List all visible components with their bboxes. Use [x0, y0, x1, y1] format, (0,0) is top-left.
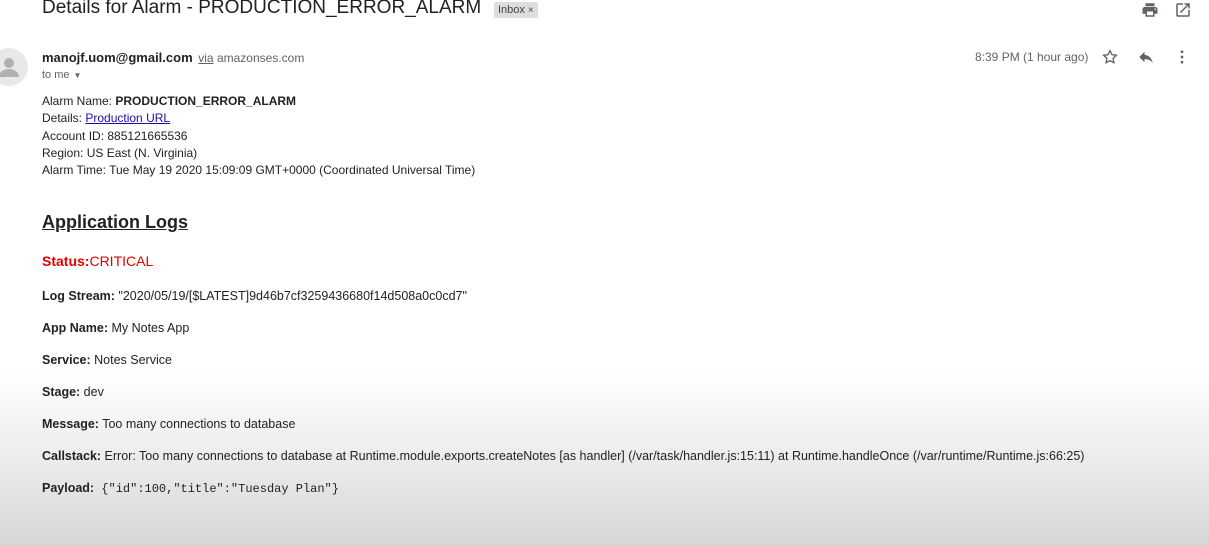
message-label: Message:: [42, 417, 99, 431]
alarm-name-label: Alarm Name:: [42, 94, 116, 108]
log-stream-label: Log Stream:: [42, 289, 115, 303]
email-subject: Details for Alarm - PRODUCTION_ERROR_ALA…: [42, 0, 482, 18]
account-id-line: Account ID: 885121665536: [42, 128, 475, 145]
via-info: via amazonses.com: [198, 51, 304, 65]
status-label: Status:: [42, 253, 90, 269]
alarm-details: Alarm Name: PRODUCTION_ERROR_ALARM Detai…: [42, 93, 475, 179]
alarm-time-label: Alarm Time:: [42, 163, 110, 178]
details-label: Details:: [42, 111, 86, 126]
application-logs-heading: Application Logs: [42, 212, 188, 232]
log-stream-value: "2020/05/19/[$LATEST]9d46b7cf3259436680f…: [114, 289, 467, 303]
message-value: Too many connections to database: [98, 417, 296, 431]
star-icon[interactable]: [1101, 48, 1119, 66]
service-row: Service: Notes Service: [42, 353, 172, 367]
message-time: 8:39 PM (1 hour ago): [975, 50, 1089, 64]
stage-label: Stage:: [42, 385, 81, 399]
account-id-label: Account ID:: [42, 128, 108, 143]
callstack-value: Error: Too many connections to database …: [101, 449, 1085, 463]
status-line: Status:CRITICAL: [42, 253, 153, 269]
chevron-down-icon: ▼: [73, 71, 82, 80]
via-domain: amazonses.com: [216, 51, 305, 65]
alarm-time-value: Tue May 19 2020 15:09:09 GMT+0000 (Coord…: [109, 163, 476, 178]
payload-label: Payload:: [42, 481, 95, 495]
person-avatar-icon: [0, 58, 19, 77]
stage-row: Stage: dev: [42, 385, 104, 399]
region-value: US East (N. Virginia): [86, 145, 198, 160]
recipients-toggle[interactable]: to me ▼: [42, 69, 81, 81]
sender-line: manojf.uom@gmail.com via amazonses.com: [42, 50, 304, 65]
region-line: Region: US East (N. Virginia): [42, 145, 475, 162]
reply-icon[interactable]: [1137, 48, 1155, 66]
service-value: Notes Service: [90, 353, 172, 367]
app-name-label: App Name:: [42, 321, 108, 335]
account-id-value: 885121665536: [107, 128, 188, 143]
alarm-time-line: Alarm Time: Tue May 19 2020 15:09:09 GMT…: [42, 162, 475, 179]
alarm-name-line: Alarm Name: PRODUCTION_ERROR_ALARM: [42, 93, 475, 110]
alarm-name-value: PRODUCTION_ERROR_ALARM: [115, 94, 297, 108]
sender-email[interactable]: manojf.uom@gmail.com: [42, 50, 193, 65]
payload-row: Payload: {"id":100,"title":"Tuesday Plan…: [42, 481, 339, 496]
stage-value: dev: [80, 385, 104, 399]
open-in-new-window-icon[interactable]: [1174, 1, 1192, 19]
via-link[interactable]: via: [198, 51, 213, 65]
region-label: Region:: [42, 145, 87, 160]
payload-value: {"id":100,"title":"Tuesday Plan"}: [94, 482, 339, 496]
app-name-row: App Name: My Notes App: [42, 321, 189, 335]
log-stream-row: Log Stream: "2020/05/19/[$LATEST]9d46b7c…: [42, 289, 467, 303]
print-icon[interactable]: [1141, 1, 1159, 19]
callstack-label: Callstack:: [42, 449, 102, 463]
app-name-value: My Notes App: [107, 321, 190, 335]
inbox-label-badge[interactable]: Inbox ×: [494, 2, 538, 18]
sender-avatar[interactable]: [0, 48, 28, 86]
message-row: Message: Too many connections to databas…: [42, 417, 295, 431]
service-label: Service:: [42, 353, 91, 367]
details-line: Details: Production URL: [42, 110, 475, 127]
production-url-link[interactable]: Production URL: [85, 111, 170, 125]
inbox-label-text: Inbox: [498, 4, 525, 16]
to-me-label: to me: [42, 69, 70, 81]
more-vertical-icon[interactable]: [1173, 48, 1191, 66]
status-value: CRITICAL: [89, 253, 154, 269]
callstack-row: Callstack: Error: Too many connections t…: [42, 449, 1084, 463]
remove-label-icon[interactable]: ×: [528, 5, 534, 16]
